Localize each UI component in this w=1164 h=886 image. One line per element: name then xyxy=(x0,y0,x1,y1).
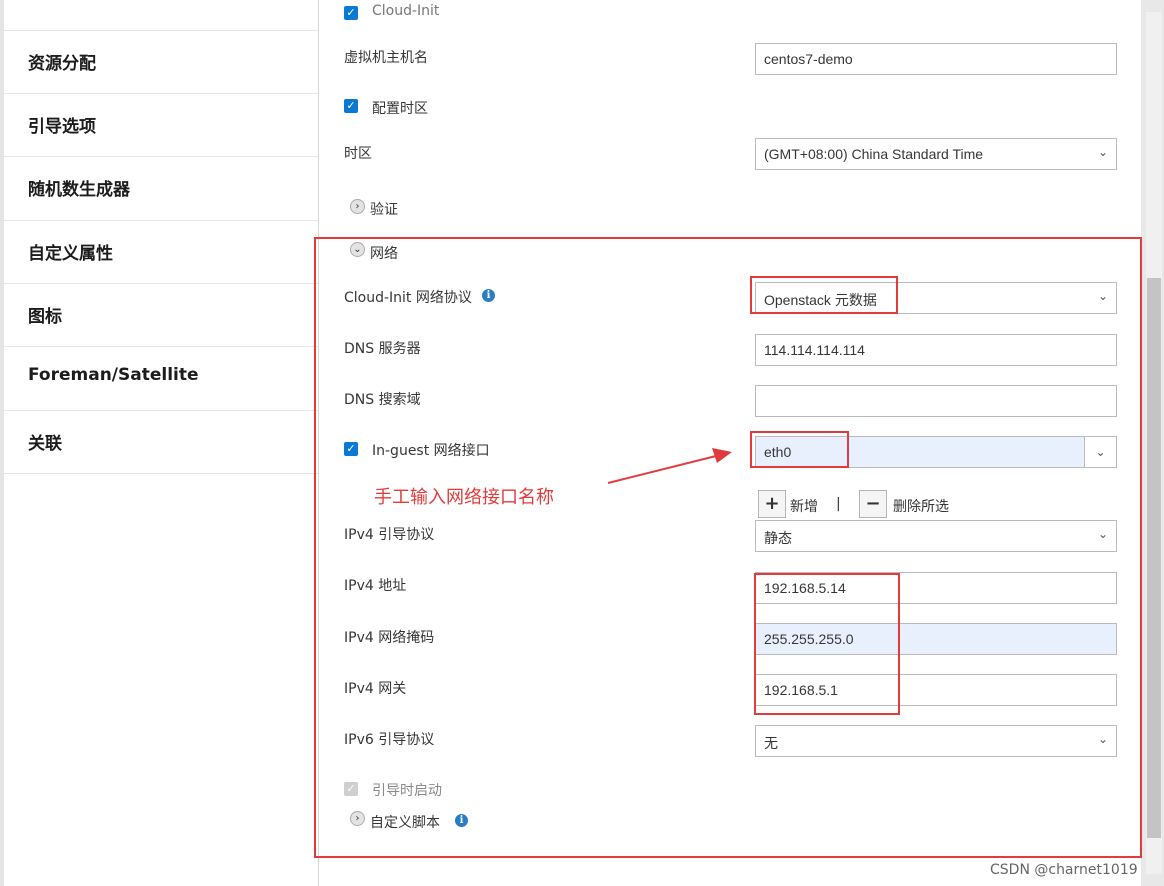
sidebar-item-boot-options[interactable]: 引导选项 xyxy=(4,93,318,155)
scrollbar-thumb[interactable] xyxy=(1147,278,1161,838)
timezone-label: 时区 xyxy=(344,146,372,162)
chevron-down-icon: ⌄ xyxy=(1097,145,1108,159)
annotation-box-network xyxy=(314,237,1142,858)
timezone-select[interactable]: (GMT+08:00) China Standard Time ⌄ xyxy=(755,138,1117,170)
check-icon: ✓ xyxy=(346,99,356,112)
hostname-label: 虚拟机主机名 xyxy=(344,50,428,66)
sidebar-item-icon[interactable]: 图标 xyxy=(4,283,318,345)
cloud-init-label: Cloud-Init xyxy=(372,3,440,19)
sidebar-item-rng[interactable]: 随机数生成器 xyxy=(4,156,318,218)
timezone-checkbox[interactable]: ✓ xyxy=(344,99,358,113)
watermark: CSDN @charnet1019 xyxy=(990,862,1138,878)
sidebar-nav: 资源分配 引导选项 随机数生成器 自定义属性 图标 Foreman/Satell… xyxy=(4,0,318,886)
annotation-box-ipv4 xyxy=(754,573,900,715)
cloud-init-checkbox[interactable]: ✓ xyxy=(344,6,358,20)
sidebar-item-foreman[interactable]: Foreman/Satellite xyxy=(4,346,318,408)
timezone-checkbox-label: 配置时区 xyxy=(372,101,428,117)
sidebar-item-resources[interactable]: 资源分配 xyxy=(4,30,318,92)
hostname-input[interactable]: centos7-demo xyxy=(755,43,1117,75)
chevron-right-icon[interactable]: › xyxy=(350,199,365,214)
sidebar-divider xyxy=(4,473,318,474)
annotation-box-protocol xyxy=(750,276,898,314)
auth-section-toggle[interactable]: 验证 xyxy=(370,199,398,219)
check-icon: ✓ xyxy=(346,6,356,19)
sidebar-item-custom-properties[interactable]: 自定义属性 xyxy=(4,220,318,282)
timezone-value: (GMT+08:00) China Standard Time xyxy=(764,146,984,162)
annotation-box-interface xyxy=(750,431,849,468)
sidebar-item-affinity[interactable]: 关联 xyxy=(4,410,318,472)
